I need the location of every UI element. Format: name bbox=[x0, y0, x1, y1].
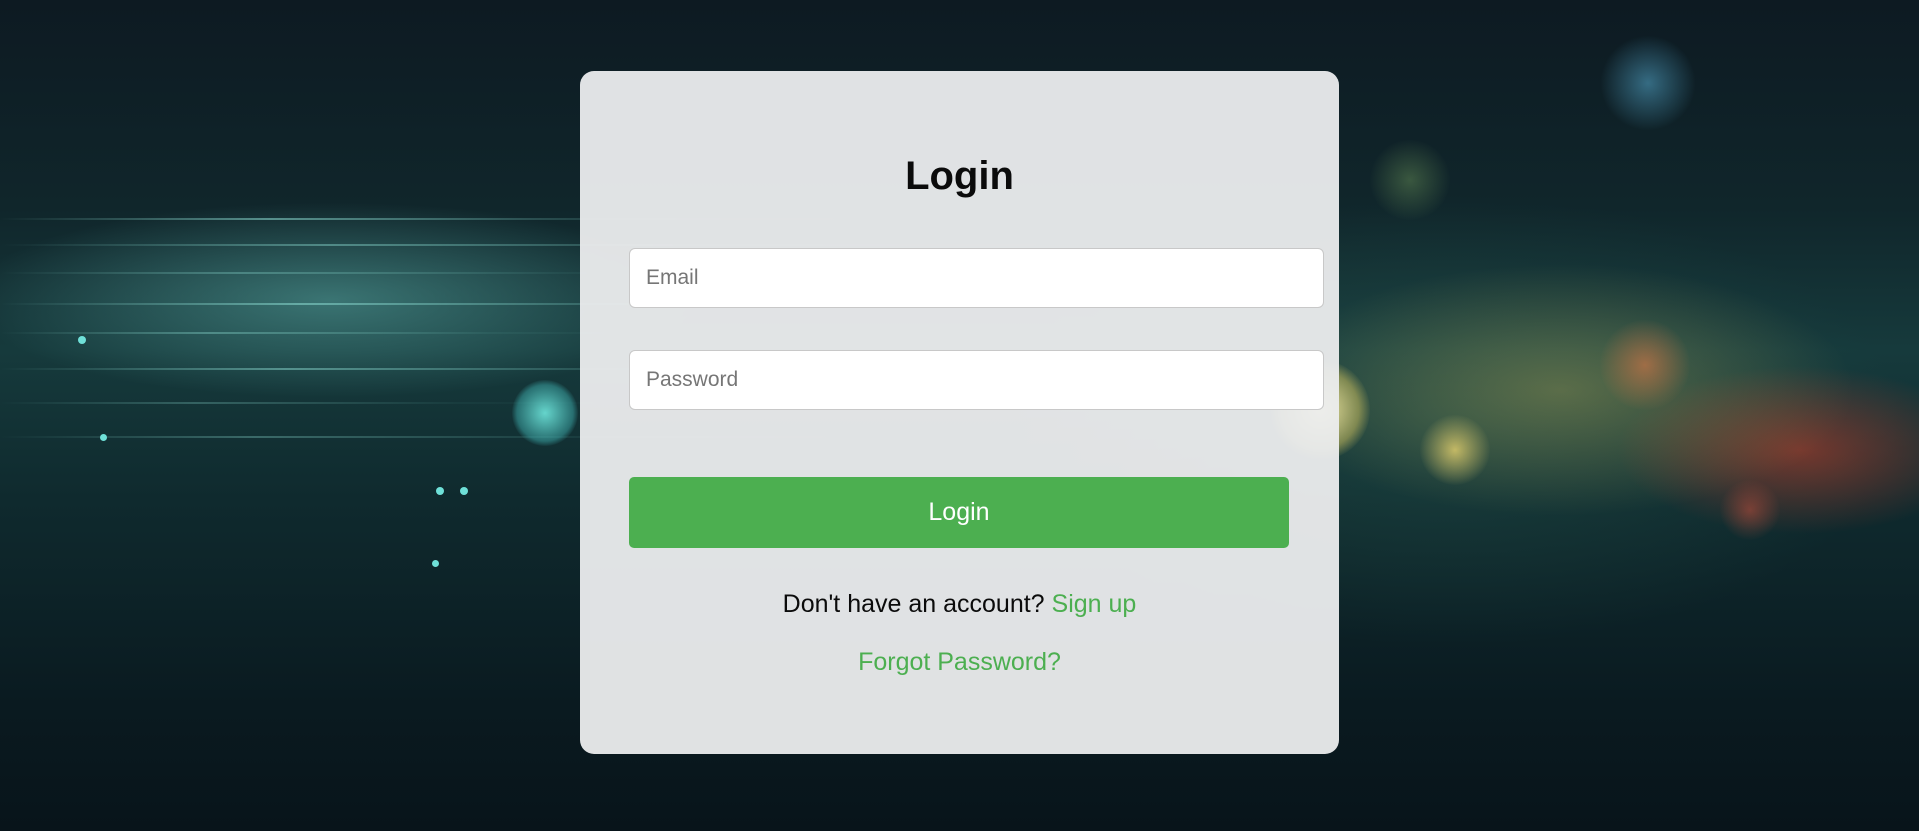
forgot-password-link[interactable]: Forgot Password? bbox=[858, 648, 1061, 676]
light-orb bbox=[1420, 415, 1490, 485]
light-dot bbox=[436, 487, 444, 495]
light-orb bbox=[1600, 320, 1690, 410]
email-input[interactable] bbox=[629, 248, 1324, 308]
password-input[interactable] bbox=[629, 350, 1324, 410]
signup-link[interactable]: Sign up bbox=[1052, 590, 1137, 618]
light-dot bbox=[460, 487, 468, 495]
light-orb bbox=[1720, 480, 1780, 540]
light-dot bbox=[78, 336, 86, 344]
signup-prompt-line: Don't have an account? Sign up bbox=[580, 588, 1339, 620]
forgot-password-line: Forgot Password? bbox=[580, 646, 1339, 678]
light-dot bbox=[432, 560, 439, 567]
login-button[interactable]: Login bbox=[629, 477, 1289, 548]
light-orb bbox=[1600, 35, 1696, 131]
light-dot bbox=[100, 434, 107, 441]
light-orb bbox=[512, 380, 578, 446]
login-title: Login bbox=[905, 154, 1014, 198]
signup-prompt-text: Don't have an account? bbox=[782, 590, 1052, 618]
